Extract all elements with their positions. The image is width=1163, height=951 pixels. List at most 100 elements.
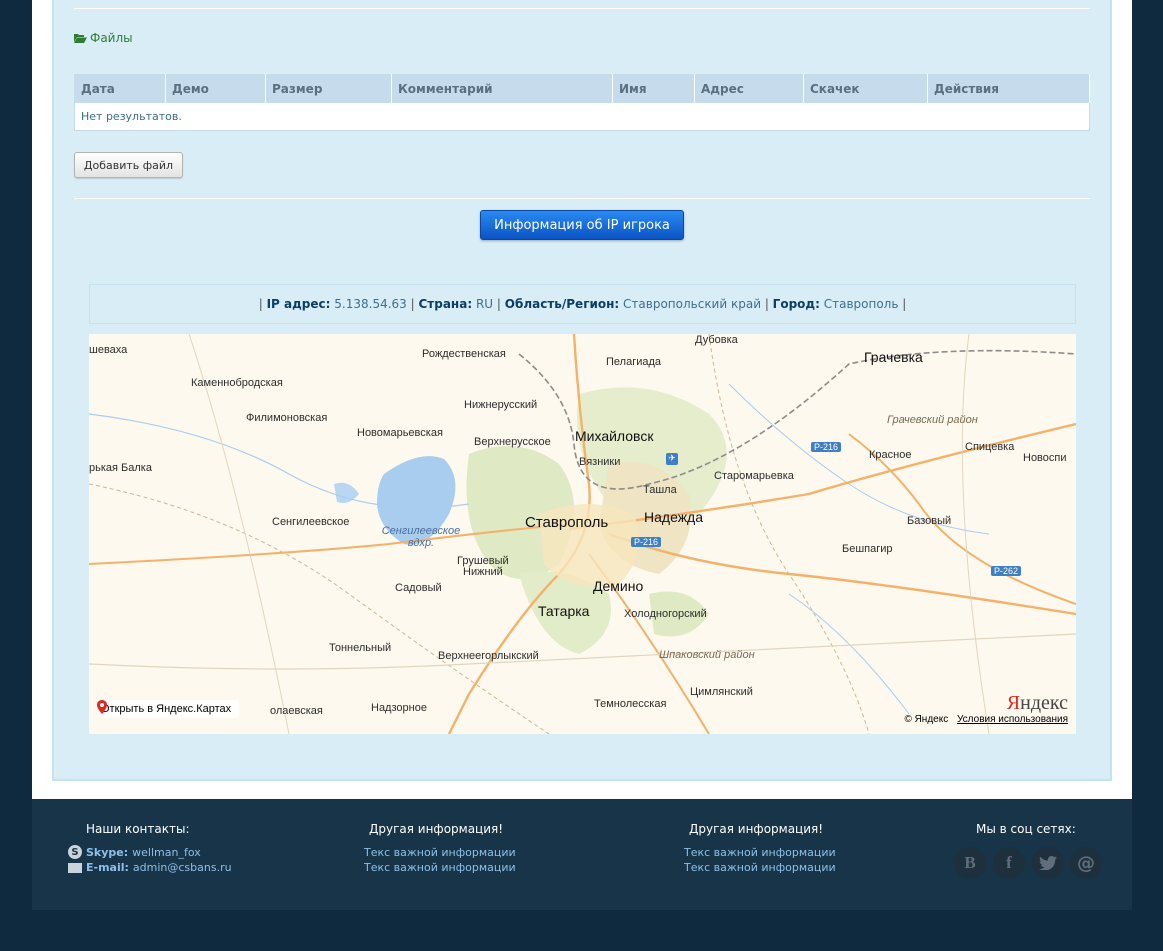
- table-row: Нет результатов.: [75, 103, 1090, 131]
- open-in-yandex-maps-label: Открыть в Яндекс.Картах: [101, 703, 232, 715]
- envelope-icon: [68, 862, 82, 873]
- map-label: Красное: [869, 449, 912, 461]
- social-title: Мы в соц сетях:: [976, 822, 1076, 836]
- map-label: Вязники: [579, 456, 621, 468]
- skype-label: Skype:: [86, 845, 129, 859]
- map-label: Филимоновская: [246, 412, 328, 424]
- map-label: Цимлянский: [690, 686, 753, 698]
- column-header-comment[interactable]: Комментарий: [391, 74, 613, 103]
- region-value: Ставропольский край: [623, 297, 761, 311]
- country-value: RU: [475, 297, 494, 311]
- map-label: Татарка: [538, 603, 590, 619]
- road-badge: Р-216: [631, 537, 662, 547]
- map-copyright: © Яндекс Условия использования: [904, 714, 1068, 725]
- map-label: Надежда: [644, 509, 704, 525]
- map-label: Пелагиада: [606, 356, 662, 368]
- info-link[interactable]: Текс важной информации: [364, 861, 516, 874]
- map-label: Базовый: [907, 515, 952, 527]
- email-contact: E-mail: admin@csbans.ru: [68, 861, 232, 874]
- column-header-address[interactable]: Адрес: [694, 74, 804, 103]
- map-label: Демино: [593, 578, 644, 594]
- ip-value: 5.138.54.63: [334, 297, 407, 311]
- footer: Наши контакты: S Skype: wellman_fox E-ma…: [32, 799, 1132, 910]
- map-label: Грачевка: [864, 349, 923, 365]
- skype-contact: S Skype: wellman_fox: [68, 845, 201, 859]
- column-header-size[interactable]: Размер: [265, 74, 392, 103]
- files-link-label: Файлы: [90, 31, 133, 45]
- city-label: Город:: [772, 297, 820, 311]
- yandex-logo: Яндекс: [1006, 692, 1068, 714]
- skype-value[interactable]: wellman_fox: [132, 846, 201, 859]
- map-label: Верхнерусское: [474, 436, 551, 448]
- map-label: Каменнобродская: [191, 377, 283, 389]
- map-label: Бешпагир: [842, 543, 893, 555]
- add-file-button[interactable]: Добавить файл: [74, 152, 183, 178]
- road-badge: Р-216: [811, 442, 842, 452]
- contacts-title: Наши контакты:: [86, 822, 190, 836]
- column-header-downloads[interactable]: Скачек: [803, 74, 928, 103]
- map-label: Холодногорский: [624, 608, 707, 620]
- info-link[interactable]: Текс важной информации: [684, 861, 836, 874]
- files-link[interactable]: Файлы: [74, 31, 133, 45]
- map-label: Сенгилеевское: [272, 516, 350, 528]
- content-panel: Файлы Дата Демо Размер Комментарий Имя А…: [52, 0, 1112, 781]
- column-header-date[interactable]: Дата: [74, 74, 166, 103]
- map-label: рькая Балка: [89, 462, 152, 474]
- column-header-name[interactable]: Имя: [612, 74, 695, 103]
- map-canvas: [89, 334, 1076, 734]
- table-header-row: Дата Демо Размер Комментарий Имя Адрес С…: [74, 74, 1090, 103]
- copyright-text: © Яндекс: [904, 714, 949, 725]
- map-label: Михайловск: [575, 428, 654, 444]
- skype-icon: S: [68, 845, 82, 859]
- map-label: Новоспи: [1023, 452, 1067, 464]
- road-badge: Р-262: [991, 566, 1022, 576]
- map-label: Спицевка: [965, 441, 1015, 453]
- column-header-demo[interactable]: Демо: [165, 74, 266, 103]
- ip-label: IP адрес:: [266, 297, 331, 311]
- twitter-icon[interactable]: [1032, 847, 1064, 879]
- divider: [74, 8, 1090, 9]
- content-wrapper: Файлы Дата Демо Размер Комментарий Имя А…: [32, 0, 1132, 799]
- map-label: Дубовка: [695, 334, 738, 346]
- files-table: Дата Демо Размер Комментарий Имя Адрес С…: [74, 74, 1090, 131]
- open-in-yandex-maps-link[interactable]: Открыть в Яндекс.Картах: [97, 700, 240, 718]
- map-label: Грачевский район: [887, 414, 978, 426]
- email-value[interactable]: admin@csbans.ru: [133, 861, 232, 874]
- ip-info-bar: | IP адрес: 5.138.54.63 | Страна: RU | О…: [89, 284, 1076, 324]
- map-label: Шпаковский район: [659, 649, 755, 661]
- map-label: шеваха: [89, 344, 128, 356]
- folder-open-icon: [74, 33, 87, 43]
- divider: [74, 198, 1090, 199]
- map-label: Надзорное: [371, 702, 427, 714]
- empty-results-text: Нет результатов.: [81, 109, 182, 123]
- map-label: олаевская: [270, 705, 323, 717]
- map-label: Ташла: [643, 484, 677, 496]
- map-pin-icon: [97, 700, 107, 714]
- region-label: Область/Регион:: [504, 297, 620, 311]
- map-label: Тоннельный: [329, 642, 392, 654]
- map-label: Нижнерусский: [464, 399, 538, 411]
- map-label-city: Ставрополь: [525, 514, 609, 531]
- vk-icon[interactable]: B: [954, 847, 986, 879]
- map-label: Старомарьевка: [714, 470, 794, 482]
- city-value: Ставрополь: [823, 297, 899, 311]
- country-label: Страна:: [418, 297, 473, 311]
- mail-icon[interactable]: @: [1070, 847, 1102, 879]
- column-header-actions: Действия: [927, 74, 1090, 103]
- airport-icon: ✈: [666, 453, 678, 465]
- map-label: Рождественская: [422, 348, 506, 360]
- ip-info-button[interactable]: Информация об IP игрока: [480, 210, 684, 240]
- terms-of-use-link[interactable]: Условия использования: [957, 714, 1068, 725]
- map-label: Садовый: [395, 582, 442, 594]
- info-title-1: Другая информация!: [369, 822, 504, 836]
- email-label: E-mail:: [86, 861, 129, 874]
- map-label: Новомарьевская: [357, 427, 443, 439]
- info-link[interactable]: Текс важной информации: [684, 846, 836, 859]
- map-label: Темнолесская: [594, 698, 667, 710]
- facebook-icon[interactable]: f: [993, 847, 1025, 879]
- map-label-lake: Сенгилеевское вдхр.: [381, 525, 461, 549]
- map-label: Нижний: [463, 566, 503, 578]
- map-label: Верхнеегорлыкский: [438, 650, 539, 662]
- info-link[interactable]: Текс важной информации: [364, 846, 516, 859]
- yandex-map[interactable]: шеваха Рождественская Пелагиада Дубовка …: [89, 334, 1076, 734]
